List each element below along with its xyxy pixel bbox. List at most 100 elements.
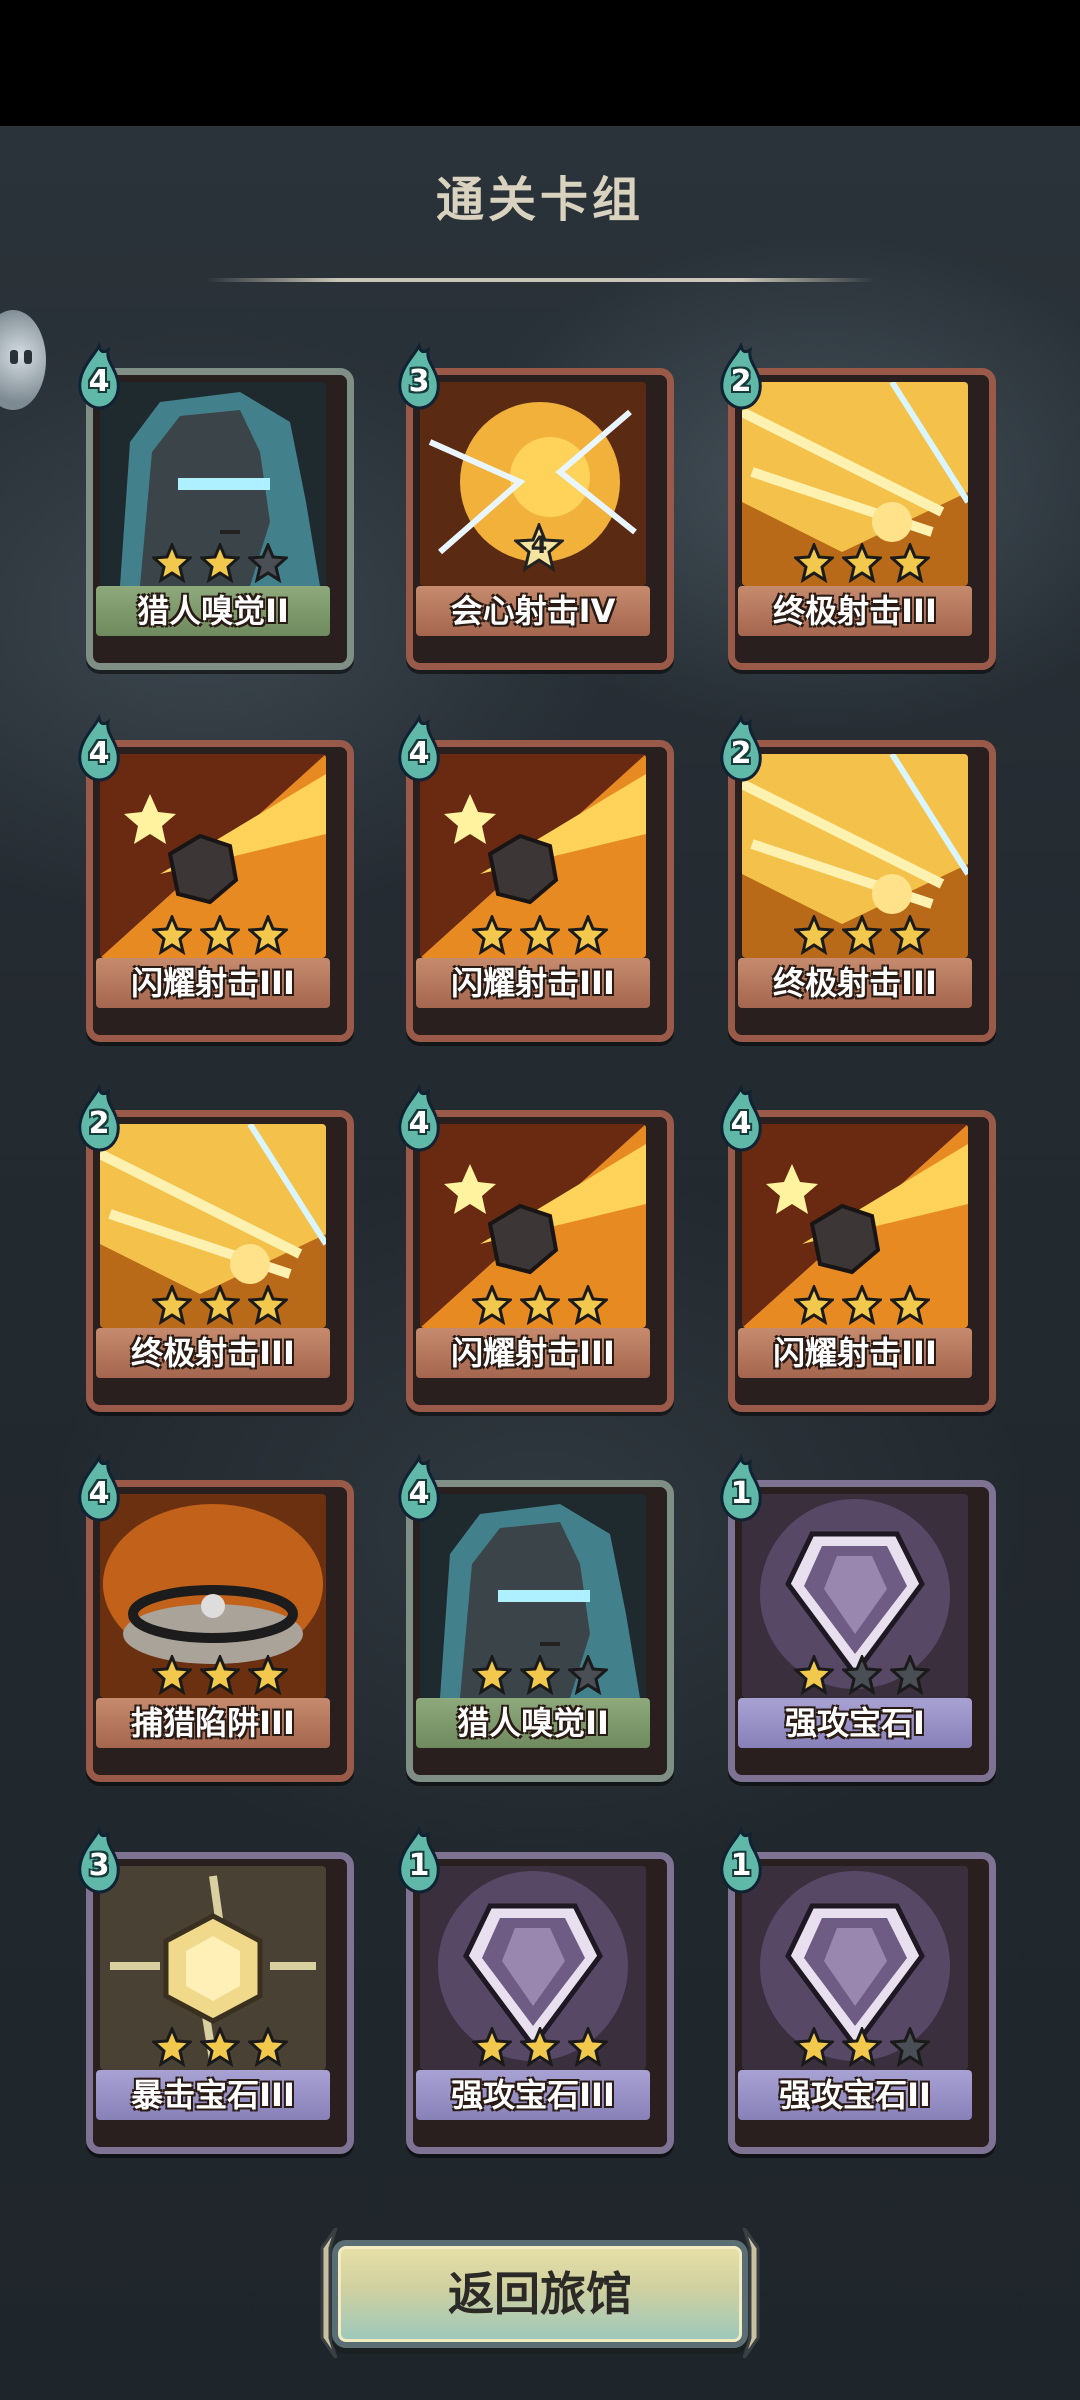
card-cost-badge: 4 bbox=[72, 1453, 126, 1522]
star-filled-icon bbox=[520, 1655, 560, 1695]
star-filled-icon bbox=[794, 915, 834, 955]
card-star-rating bbox=[86, 543, 354, 587]
card-name: 闪耀射击III bbox=[416, 958, 650, 1008]
star-filled-icon bbox=[200, 543, 240, 583]
star-filled-icon bbox=[890, 1285, 930, 1325]
star-empty-icon bbox=[890, 1655, 930, 1695]
star-empty-icon bbox=[248, 543, 288, 583]
button-right-ornament bbox=[742, 2228, 760, 2358]
card-cost-number: 4 bbox=[408, 1106, 430, 1141]
card-cost-number: 2 bbox=[88, 1106, 110, 1141]
deck-card[interactable]: 猎人嗅觉II 4 bbox=[78, 341, 354, 670]
star-filled-icon bbox=[794, 1285, 834, 1325]
star-filled-icon bbox=[890, 543, 930, 583]
card-star-rating bbox=[406, 915, 674, 959]
card-cost-number: 3 bbox=[408, 364, 430, 399]
deck-card[interactable]: 捕猎陷阱III 4 bbox=[78, 1453, 354, 1782]
star-filled-icon bbox=[568, 915, 608, 955]
star-filled-icon bbox=[472, 2027, 512, 2067]
star-empty-icon bbox=[890, 2027, 930, 2067]
card-star-rating bbox=[728, 1655, 996, 1699]
card-cost-number: 4 bbox=[730, 1106, 752, 1141]
card-cost-badge: 2 bbox=[714, 713, 768, 782]
card-name: 终极射击III bbox=[738, 586, 972, 636]
star-filled-icon bbox=[248, 915, 288, 955]
deck-card[interactable]: 猎人嗅觉II 4 bbox=[398, 1453, 674, 1782]
card-name: 暴击宝石III bbox=[96, 2070, 330, 2120]
card-name: 终极射击III bbox=[96, 1328, 330, 1378]
card-star-rating bbox=[86, 915, 354, 959]
star-empty-icon bbox=[842, 1655, 882, 1695]
deck-card[interactable]: 强攻宝石III 1 bbox=[398, 1825, 674, 2154]
card-star-rating bbox=[86, 1285, 354, 1329]
star-filled-icon bbox=[794, 543, 834, 583]
card-star-rating bbox=[86, 2027, 354, 2071]
card-name: 猎人嗅觉II bbox=[96, 586, 330, 636]
star-filled-icon bbox=[568, 2027, 608, 2067]
star-filled-icon bbox=[520, 1285, 560, 1325]
card-cost-number: 4 bbox=[408, 736, 430, 771]
deck-card[interactable]: 暴击宝石III 3 bbox=[78, 1825, 354, 2154]
star-empty-icon bbox=[568, 1655, 608, 1695]
star-filled-icon bbox=[248, 2027, 288, 2067]
card-cost-number: 1 bbox=[730, 1476, 752, 1511]
card-cost-number: 4 bbox=[88, 736, 110, 771]
star-filled-icon bbox=[152, 2027, 192, 2067]
deck-card[interactable]: 终极射击III 2 bbox=[78, 1083, 354, 1412]
star-filled-icon bbox=[842, 1285, 882, 1325]
card-cost-badge: 2 bbox=[714, 341, 768, 410]
deck-card[interactable]: 终极射击III 2 bbox=[720, 341, 996, 670]
deck-card[interactable]: 强攻宝石II 1 bbox=[720, 1825, 996, 2154]
card-star-rating bbox=[406, 2027, 674, 2071]
card-name: 强攻宝石III bbox=[416, 2070, 650, 2120]
deck-card[interactable]: 闪耀射击III 4 bbox=[398, 1083, 674, 1412]
card-cost-number: 1 bbox=[730, 1848, 752, 1883]
return-to-inn-button[interactable]: 返回旅馆 bbox=[332, 2240, 748, 2348]
card-cost-badge: 1 bbox=[392, 1825, 446, 1894]
deck-card[interactable]: 终极射击III 2 bbox=[720, 713, 996, 1042]
card-cost-number: 4 bbox=[88, 1476, 110, 1511]
star-filled-icon bbox=[248, 1655, 288, 1695]
card-star-rating bbox=[406, 1285, 674, 1329]
card-star-rating bbox=[728, 915, 996, 959]
card-cost-number: 4 bbox=[408, 1476, 430, 1511]
card-level-number: 4 bbox=[530, 531, 548, 559]
title-divider bbox=[205, 278, 875, 282]
card-cost-badge: 1 bbox=[714, 1453, 768, 1522]
star-filled-icon bbox=[842, 2027, 882, 2067]
star-filled-icon bbox=[794, 2027, 834, 2067]
card-cost-number: 3 bbox=[88, 1848, 110, 1883]
card-cost-badge: 4 bbox=[392, 1453, 446, 1522]
card-cost-number: 1 bbox=[408, 1848, 430, 1883]
card-star-rating bbox=[406, 1655, 674, 1699]
card-cost-badge: 3 bbox=[392, 341, 446, 410]
card-cost-badge: 4 bbox=[72, 713, 126, 782]
card-name: 闪耀射击III bbox=[738, 1328, 972, 1378]
card-cost-badge: 1 bbox=[714, 1825, 768, 1894]
star-filled-icon bbox=[152, 915, 192, 955]
star-filled-icon bbox=[520, 915, 560, 955]
card-cost-badge: 4 bbox=[392, 713, 446, 782]
card-star-rating bbox=[728, 543, 996, 587]
card-name: 会心射击IV bbox=[416, 586, 650, 636]
card-cost-badge: 4 bbox=[392, 1083, 446, 1152]
deck-card[interactable]: 闪耀射击III 4 bbox=[720, 1083, 996, 1412]
deck-card[interactable]: 闪耀射击III 4 bbox=[78, 713, 354, 1042]
star-filled-icon bbox=[794, 1655, 834, 1695]
deck-card[interactable]: 闪耀射击III 4 bbox=[398, 713, 674, 1042]
card-name: 闪耀射击III bbox=[96, 958, 330, 1008]
card-star-rating bbox=[728, 1285, 996, 1329]
card-cost-badge: 4 bbox=[72, 341, 126, 410]
star-filled-icon bbox=[248, 1285, 288, 1325]
star-filled-icon bbox=[200, 915, 240, 955]
card-name: 闪耀射击III bbox=[416, 1328, 650, 1378]
deck-card[interactable]: 4 会心射击IV 3 bbox=[398, 341, 674, 670]
card-star-rating bbox=[728, 2027, 996, 2071]
star-filled-icon bbox=[842, 543, 882, 583]
star-filled-icon bbox=[568, 1285, 608, 1325]
card-star-rating bbox=[86, 1655, 354, 1699]
card-cost-badge: 3 bbox=[72, 1825, 126, 1894]
deck-card[interactable]: 强攻宝石I 1 bbox=[720, 1453, 996, 1782]
card-name: 强攻宝石I bbox=[738, 1698, 972, 1748]
star-filled-icon bbox=[842, 915, 882, 955]
